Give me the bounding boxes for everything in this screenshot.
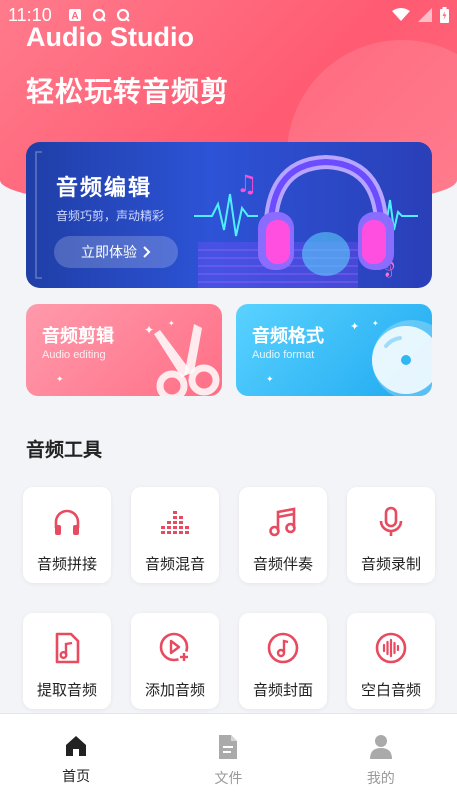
tools-section-title: 音频工具: [26, 439, 103, 461]
audio-format-card[interactable]: ✦ ✦ ✦ 音频格式 Audio format: [236, 304, 432, 396]
card-subtitle: Audio editing: [42, 349, 106, 361]
nav-label: 文件: [214, 771, 243, 787]
svg-text:✦: ✦: [266, 375, 274, 385]
bottom-navigation: 首页 文件 我的: [0, 713, 457, 812]
chevron-right-icon: [143, 246, 151, 258]
nav-label: 首页: [62, 769, 91, 785]
tool-audio-mix[interactable]: 音频混音: [131, 487, 219, 583]
music-disc-icon: [267, 632, 299, 664]
tool-label: 音频拼接: [36, 555, 97, 573]
banner-subtitle: 音频巧剪，声动精彩: [56, 209, 165, 223]
svg-text:✦: ✦: [144, 323, 154, 337]
nav-home[interactable]: 首页: [0, 714, 152, 812]
home-icon: [66, 736, 87, 756]
card-title: 音频格式: [252, 326, 324, 347]
q-icon: [116, 8, 130, 22]
tool-audio-cover[interactable]: 音频封面: [239, 613, 327, 709]
status-time: 11:10: [8, 4, 52, 25]
battery-icon: [440, 7, 449, 23]
svg-text:✦: ✦: [372, 319, 379, 328]
a-icon: A: [68, 9, 81, 22]
tool-audio-accompaniment[interactable]: 音频伴奏: [239, 487, 327, 583]
signal-icon: [418, 8, 432, 22]
svg-text:A: A: [71, 11, 78, 22]
tool-audio-record[interactable]: 音频录制: [347, 487, 435, 583]
svg-text:✦: ✦: [56, 375, 64, 385]
headphones-illustration: [258, 154, 394, 276]
tool-blank-audio[interactable]: 空白音频: [347, 613, 435, 709]
nav-label: 我的: [366, 771, 395, 787]
svg-text:♫: ♫: [236, 170, 258, 198]
app-slogan: 轻松玩转音频剪: [26, 75, 230, 108]
microphone-icon: [379, 506, 403, 536]
tool-label: 空白音频: [360, 681, 421, 699]
status-bar: 11:10 A: [0, 0, 457, 30]
audio-edit-banner[interactable]: ♫ 𝄞 音频编辑 音频巧剪，声动精彩 立即体验: [26, 142, 432, 288]
svg-text:✦: ✦: [168, 319, 175, 328]
try-now-label: 立即体验: [81, 245, 137, 261]
card-title: 音频剪辑: [42, 326, 114, 347]
tool-label: 音频录制: [360, 555, 421, 573]
equalizer-icon: [161, 511, 189, 534]
tool-label: 音频伴奏: [252, 555, 313, 573]
audio-file-icon: [55, 632, 80, 664]
card-subtitle: Audio format: [252, 349, 315, 361]
tool-label: 提取音频: [36, 681, 97, 699]
wifi-icon: [392, 8, 410, 21]
audio-editing-card[interactable]: ✦ ✦ ✦ 音频剪辑 Audio editing: [26, 304, 222, 396]
tool-label: 音频混音: [144, 555, 205, 573]
headphones-icon: [54, 509, 80, 535]
soundwave-icon: [375, 632, 407, 664]
banner-title: 音频编辑: [56, 176, 153, 201]
tool-extract-audio[interactable]: 提取音频: [23, 613, 111, 709]
tool-add-audio[interactable]: 添加音频: [131, 613, 219, 709]
add-audio-icon: [159, 632, 190, 663]
nav-files[interactable]: 文件: [152, 714, 304, 812]
tool-label: 添加音频: [144, 681, 205, 699]
nav-profile[interactable]: 我的: [305, 714, 457, 812]
try-now-button[interactable]: 立即体验: [54, 236, 178, 268]
tool-audio-merge[interactable]: 音频拼接: [23, 487, 111, 583]
q-icon: [92, 8, 106, 22]
file-icon: [219, 735, 238, 759]
music-note-icon: [269, 507, 296, 537]
svg-text:✦: ✦: [350, 320, 359, 333]
user-icon: [369, 735, 392, 759]
tool-label: 音频封面: [252, 681, 313, 699]
